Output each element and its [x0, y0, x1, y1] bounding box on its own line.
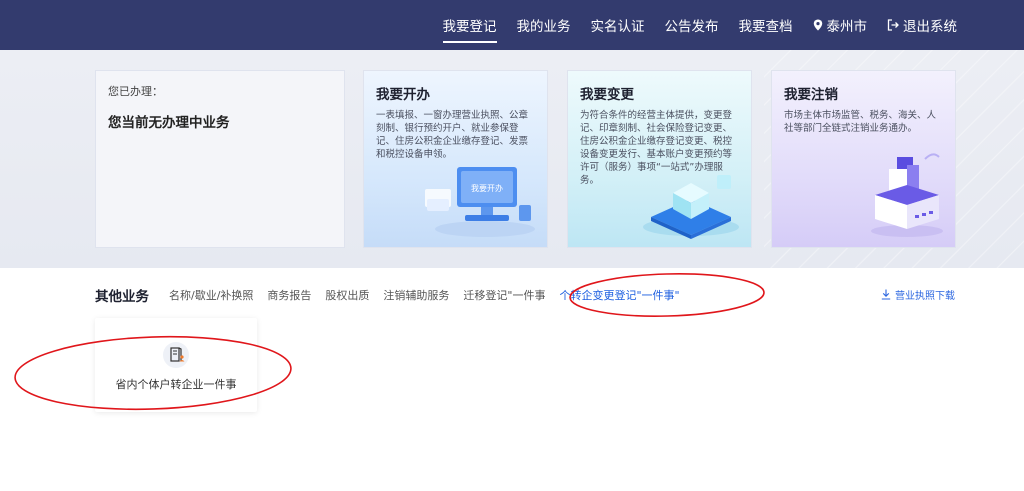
nav-announcement[interactable]: 公告发布 [665, 15, 719, 35]
main-nav: 我要登记 我的业务 实名认证 公告发布 我要查档 泰州市 退出系统 [423, 0, 957, 50]
service-card-change[interactable]: 我要变更 为符合条件的经营主体提供，变更登记、印章刻制、社会保险登记变更、住房公… [567, 70, 752, 248]
location-pin-icon [813, 19, 822, 31]
service-change-title: 我要变更 [580, 87, 634, 103]
nav-logout-label: 退出系统 [903, 19, 957, 35]
status-label: 您已办理： [108, 85, 163, 98]
item-icon-wrap [163, 342, 189, 368]
box-documents-illustration-icon [871, 153, 943, 237]
nav-register[interactable]: 我要登记 [442, 15, 497, 43]
nav-register-label: 我要登记 [442, 19, 497, 35]
service-band: 您已办理： 您当前无办理中业务 我要开办 一表填报、一窗办理营业执照、公章刻制、… [0, 50, 1024, 268]
nav-location[interactable]: 泰州市 [813, 15, 868, 35]
nav-archive-query-label: 我要查档 [738, 19, 793, 35]
item-card-label: 省内个体户转企业一件事 [115, 378, 237, 391]
download-icon [881, 289, 891, 300]
service-card-open[interactable]: 我要开办 一表填报、一窗办理营业执照、公章刻制、银行预约开户、就业参保登记、住房… [363, 70, 548, 248]
service-card-cancel[interactable]: 我要注销 市场主体市场监管、税务、海关、人社等部门全链式注销业务通办。 [771, 70, 956, 248]
tab-equity-pledge[interactable]: 股权出质 [325, 287, 369, 303]
nav-announcement-label: 公告发布 [664, 19, 719, 35]
license-download-label: 营业执照下载 [895, 291, 955, 302]
nav-real-name-auth[interactable]: 实名认证 [591, 15, 645, 35]
other-business-bar: 其他业务 名称/歇业/补换照 商务报告 股权出质 注销辅助服务 迁移登记"一件事… [95, 283, 955, 307]
nav-logout[interactable]: 退出系统 [887, 15, 957, 35]
tab-deregistration-assist[interactable]: 注销辅助服务 [383, 287, 449, 303]
service-cancel-desc: 市场主体市场监管、税务、海关、人社等部门全链式注销业务通办。 [784, 110, 937, 134]
other-business-title: 其他业务 [95, 289, 149, 305]
nav-real-name-auth-label: 实名认证 [590, 19, 645, 35]
nav-my-business-label: 我的业务 [516, 19, 571, 35]
tab-migration-registration[interactable]: 迁移登记"一件事 [463, 287, 545, 303]
status-value: 您当前无办理中业务 [108, 115, 230, 131]
status-card: 您已办理： 您当前无办理中业务 [95, 70, 345, 248]
nav-my-business[interactable]: 我的业务 [517, 15, 571, 35]
logout-icon [887, 19, 899, 31]
tab-name-closure-replace[interactable]: 名称/歇业/补换照 [169, 287, 253, 303]
item-card-individual-to-enterprise[interactable]: 省内个体户转企业一件事 [95, 318, 257, 412]
top-nav-bar: 我要登记 我的业务 实名认证 公告发布 我要查档 泰州市 退出系统 [0, 0, 1024, 50]
service-open-title: 我要开办 [376, 87, 430, 103]
computer-illustration-icon: 我要开办 [425, 167, 535, 237]
nav-location-label: 泰州市 [826, 19, 868, 35]
nav-archive-query[interactable]: 我要查档 [739, 15, 793, 35]
license-download-link[interactable]: 营业执照下载 [881, 287, 955, 302]
document-person-icon [170, 347, 185, 362]
tab-individual-to-enterprise[interactable]: 个转企变更登记"一件事" [559, 287, 679, 303]
tab-business-report[interactable]: 商务报告 [267, 287, 311, 303]
cube-illustration-icon [643, 175, 739, 239]
illus-screen-text: 我要开办 [471, 183, 503, 193]
service-cancel-title: 我要注销 [784, 87, 838, 103]
service-open-desc: 一表填报、一窗办理营业执照、公章刻制、银行预约开户、就业参保登记、住房公积金企业… [376, 110, 529, 160]
